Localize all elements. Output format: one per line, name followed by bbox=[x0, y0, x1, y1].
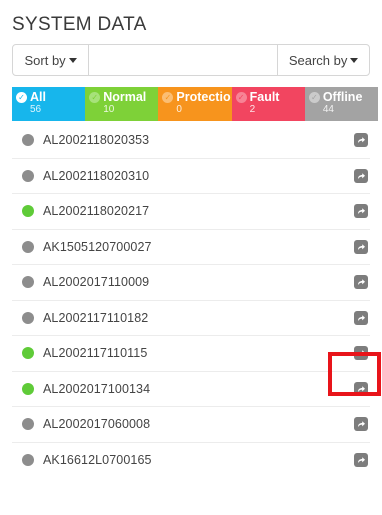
status-dot-icon bbox=[22, 276, 34, 289]
tab-label: Protectio bbox=[176, 90, 231, 104]
device-id: AL2002017100134 bbox=[43, 381, 151, 396]
filter-toolbar: Sort by Search by bbox=[12, 44, 370, 76]
device-row[interactable]: AL2002118020353 bbox=[12, 123, 370, 159]
device-id: AL2002017060008 bbox=[43, 417, 151, 432]
tab-protection[interactable]: ✓ Protectio 0 bbox=[158, 87, 232, 121]
tab-count: 56 bbox=[30, 104, 42, 115]
tab-fault[interactable]: ✓ Fault 2 bbox=[231, 87, 305, 121]
tab-offline[interactable]: ✓ Offline 44 bbox=[304, 87, 379, 121]
device-row[interactable]: AL2002117110115 bbox=[12, 336, 370, 372]
status-dot-icon bbox=[22, 134, 34, 147]
tab-label: All bbox=[30, 90, 46, 104]
device-row[interactable]: AL2002017060008 bbox=[12, 407, 370, 443]
share-icon[interactable] bbox=[354, 310, 368, 325]
caret-down-icon bbox=[68, 57, 77, 63]
status-dot-icon bbox=[22, 205, 34, 218]
tab-label: Offline bbox=[322, 90, 363, 104]
status-filter-tabs: ✓ All 56 ✓ Normal 10 ✓ Protectio 0 ✓ Fault 2… bbox=[12, 87, 379, 121]
device-row[interactable]: AL2002118020217 bbox=[12, 194, 370, 230]
device-id: AL2002117110182 bbox=[43, 310, 149, 325]
tab-count: 2 bbox=[249, 104, 256, 115]
check-circle-icon: ✓ bbox=[308, 91, 320, 103]
device-id: AL2002118020310 bbox=[43, 168, 150, 183]
device-row[interactable]: AL2002017100134 bbox=[12, 372, 370, 407]
check-circle-icon: ✓ bbox=[235, 91, 247, 103]
device-row[interactable]: AK16612L0700165 bbox=[12, 443, 370, 479]
check-circle-icon: ✓ bbox=[16, 91, 27, 103]
page-title: SYSTEM DATA bbox=[12, 14, 147, 35]
tab-count: 10 bbox=[103, 104, 115, 115]
device-row[interactable]: AL2002017110009 bbox=[12, 265, 370, 301]
share-icon[interactable] bbox=[354, 417, 368, 432]
device-id: AL2002017110009 bbox=[43, 275, 150, 290]
tab-label: Normal bbox=[103, 90, 147, 104]
device-row[interactable]: AK1505120700027 bbox=[12, 230, 370, 265]
share-icon[interactable] bbox=[354, 453, 368, 468]
share-icon[interactable] bbox=[354, 381, 368, 396]
tab-count: 0 bbox=[176, 104, 182, 115]
share-icon[interactable] bbox=[354, 346, 368, 361]
status-dot-icon bbox=[22, 347, 34, 360]
sort-by-label: Sort by bbox=[24, 52, 66, 68]
device-id: AL2002117110115 bbox=[43, 346, 148, 361]
status-dot-icon bbox=[22, 382, 34, 395]
status-dot-icon bbox=[22, 240, 34, 253]
device-list: AL2002118020353 AL2002118020310 AL20021180… bbox=[12, 123, 370, 478]
device-id: AK16612L0700165 bbox=[43, 453, 152, 468]
share-icon[interactable] bbox=[354, 133, 368, 148]
tab-all[interactable]: ✓ All 56 bbox=[12, 87, 86, 121]
search-by-label: Search by bbox=[288, 52, 348, 68]
device-id: AL2002118020217 bbox=[43, 204, 150, 219]
device-id: AK1505120700027 bbox=[43, 239, 152, 254]
check-circle-icon: ✓ bbox=[89, 91, 101, 103]
sort-by-dropdown[interactable]: Sort by bbox=[13, 45, 90, 75]
status-dot-icon bbox=[22, 454, 34, 467]
caret-down-icon bbox=[350, 57, 359, 63]
status-dot-icon bbox=[22, 169, 34, 182]
share-icon[interactable] bbox=[354, 275, 368, 290]
status-dot-icon bbox=[22, 311, 34, 324]
share-icon[interactable] bbox=[354, 204, 368, 219]
status-dot-icon bbox=[22, 418, 34, 431]
share-icon[interactable] bbox=[354, 168, 368, 183]
device-row[interactable]: AL2002117110182 bbox=[12, 301, 370, 336]
tab-label: Fault bbox=[249, 90, 280, 104]
tab-normal[interactable]: ✓ Normal 10 bbox=[85, 87, 159, 121]
device-row[interactable]: AL2002118020310 bbox=[12, 159, 370, 194]
search-by-dropdown[interactable]: Search by bbox=[277, 45, 369, 75]
check-circle-icon: ✓ bbox=[162, 91, 174, 103]
device-id: AL2002118020353 bbox=[43, 133, 150, 148]
share-icon[interactable] bbox=[354, 239, 368, 254]
search-input[interactable] bbox=[89, 45, 278, 75]
tab-count: 44 bbox=[322, 104, 334, 115]
